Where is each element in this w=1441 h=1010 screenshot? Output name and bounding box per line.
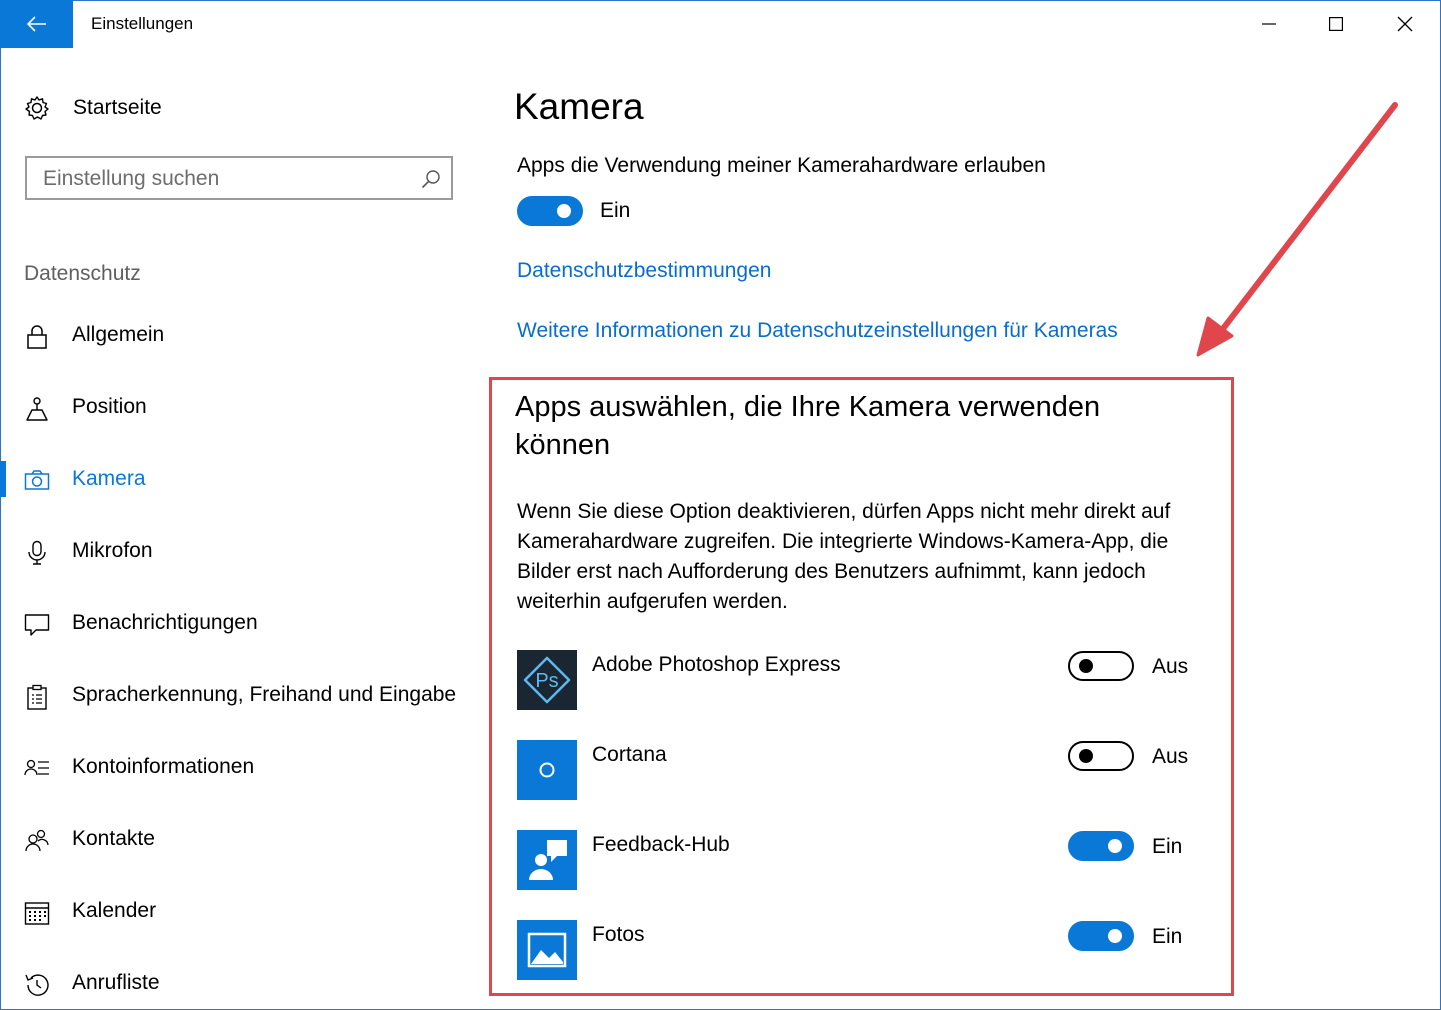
sidebar-item-benachrichtigungen[interactable]: Benachrichtigungen bbox=[0, 604, 480, 644]
app-toggle-state: Aus bbox=[1152, 745, 1189, 768]
app-name: Adobe Photoshop Express bbox=[592, 653, 841, 676]
sidebar-item-label: Allgemein bbox=[72, 323, 165, 346]
page-title: Kamera bbox=[514, 86, 644, 127]
gear-icon bbox=[25, 96, 49, 120]
sidebar-item-position[interactable]: Position bbox=[0, 388, 480, 428]
microphone-icon bbox=[28, 540, 46, 565]
app-name: Feedback-Hub bbox=[592, 833, 730, 856]
sidebar-item-kalender[interactable]: Kalender bbox=[0, 892, 480, 932]
photos-icon bbox=[517, 920, 577, 980]
clipboard-icon bbox=[27, 684, 47, 710]
toggle-knob bbox=[557, 204, 571, 218]
app-toggle-state: Ein bbox=[1152, 925, 1183, 948]
toggle-knob bbox=[1079, 659, 1093, 673]
svg-text:Ps: Ps bbox=[535, 670, 558, 692]
photoshop-express-icon: Ps bbox=[517, 650, 577, 710]
sidebar-item-label: Kontoinformationen bbox=[72, 755, 255, 778]
contacts-icon bbox=[25, 829, 49, 852]
sidebar-item-allgemein[interactable]: Allgemein bbox=[0, 316, 480, 356]
feedback-hub-icon bbox=[517, 830, 577, 890]
app-toggle-state: Ein bbox=[1152, 835, 1183, 858]
camera-privacy-info-link[interactable]: Weitere Informationen zu Datenschutzeins… bbox=[517, 319, 1118, 343]
toggle-knob bbox=[1079, 749, 1093, 763]
sidebar-item-label: Mikrofon bbox=[72, 539, 153, 562]
camera-permission-state: Ein bbox=[600, 199, 631, 222]
home-link[interactable]: Startseite bbox=[24, 95, 162, 121]
search-placeholder: Einstellung suchen bbox=[43, 167, 220, 190]
sidebar-item-label: Position bbox=[72, 395, 147, 418]
lock-icon bbox=[27, 325, 47, 349]
apps-section-heading: Apps auswählen, die Ihre Kamera verwende… bbox=[515, 391, 1101, 461]
feedback-hub-camera-toggle[interactable] bbox=[1068, 831, 1134, 861]
close-button[interactable] bbox=[1370, 0, 1439, 48]
sidebar-item-kontoinformationen[interactable]: Kontoinformationen bbox=[0, 748, 480, 788]
title-bar: Einstellungen bbox=[0, 0, 1441, 48]
search-icon bbox=[421, 170, 440, 189]
toggle-knob bbox=[1108, 839, 1122, 853]
maximize-button[interactable] bbox=[1301, 0, 1370, 48]
location-icon bbox=[26, 397, 48, 421]
camera-permission-toggle[interactable] bbox=[517, 196, 583, 226]
sidebar-item-label: Kamera bbox=[72, 467, 146, 490]
photoshop-express-camera-toggle[interactable] bbox=[1068, 651, 1134, 681]
app-name: Cortana bbox=[592, 743, 667, 766]
sidebar-item-anrufliste[interactable]: Anrufliste bbox=[0, 964, 480, 1004]
app-toggle-state: Aus bbox=[1152, 655, 1189, 678]
sidebar-item-label: Anrufliste bbox=[72, 971, 160, 994]
minimize-button[interactable] bbox=[1234, 0, 1303, 48]
section-heading-privacy: Datenschutz bbox=[24, 262, 141, 285]
cortana-camera-toggle[interactable] bbox=[1068, 741, 1134, 771]
annotation-highlight-box bbox=[489, 377, 1234, 996]
home-label: Startseite bbox=[73, 96, 162, 119]
minimize-icon bbox=[1261, 23, 1276, 25]
sidebar-item-spracherkennung[interactable]: Spracherkennung, Freihand und Eingabe bbox=[0, 676, 480, 716]
camera-permission-label: Apps die Verwendung meiner Kamerahardwar… bbox=[517, 154, 1046, 177]
call-history-icon bbox=[25, 974, 49, 996]
notification-icon bbox=[24, 614, 50, 636]
privacy-statement-link[interactable]: Datenschutzbestimmungen bbox=[517, 259, 771, 283]
close-icon bbox=[1397, 16, 1412, 32]
fotos-camera-toggle[interactable] bbox=[1068, 921, 1134, 951]
cortana-icon bbox=[517, 740, 577, 800]
sidebar-item-label: Spracherkennung, Freihand und Eingabe bbox=[72, 683, 457, 706]
apps-section-description: Wenn Sie diese Option deaktivieren, dürf… bbox=[517, 500, 1171, 613]
calendar-icon bbox=[24, 902, 50, 925]
sidebar-item-mikrofon[interactable]: Mikrofon bbox=[0, 532, 480, 572]
back-arrow-icon bbox=[26, 16, 46, 32]
sidebar-item-label: Kalender bbox=[72, 899, 157, 922]
settings-search-input[interactable]: Einstellung suchen bbox=[25, 156, 453, 200]
maximize-icon bbox=[1328, 17, 1343, 31]
sidebar-item-kontakte[interactable]: Kontakte bbox=[0, 820, 480, 860]
sidebar-item-label: Benachrichtigungen bbox=[72, 611, 258, 634]
sidebar-item-label: Kontakte bbox=[72, 827, 155, 850]
account-info-icon bbox=[24, 759, 49, 776]
window-title: Einstellungen bbox=[91, 14, 194, 33]
toggle-knob bbox=[1108, 929, 1122, 943]
app-name: Fotos bbox=[592, 923, 645, 946]
camera-icon bbox=[24, 470, 50, 490]
sidebar-item-kamera[interactable]: Kamera bbox=[0, 460, 480, 500]
back-button[interactable] bbox=[0, 0, 73, 48]
